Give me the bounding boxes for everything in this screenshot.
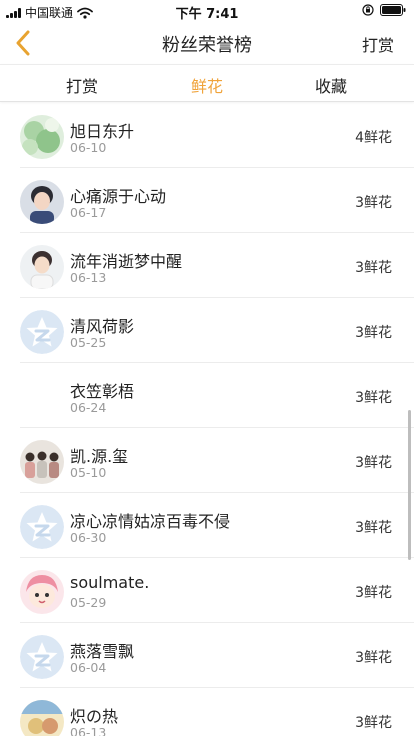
avatar [20,375,64,419]
fan-date: 06-17 [70,205,107,220]
flower-count: 3鲜花 [355,390,392,406]
fan-name: 清风荷影 [70,317,135,336]
flower-count: 3鲜花 [355,195,392,211]
flower-count: 3鲜花 [355,455,392,471]
fan-name: soulmate. [70,573,150,592]
avatar [20,115,64,159]
list-item[interactable]: 清风荷影 05-25 3鲜花 [0,298,414,363]
list-item[interactable]: 凯.源.玺 05-10 3鲜花 [0,428,414,493]
fan-name: 炽の热 [70,707,119,726]
fan-date: 06-10 [70,140,107,155]
fan-name: 心痛源于心动 [70,187,167,206]
fan-date: 06-30 [70,530,107,545]
fan-name: 凉心凉情姑凉百毒不侵 [70,512,231,531]
avatar [20,700,64,736]
list-item[interactable]: 流年消逝梦中醒 06-13 3鲜花 [0,233,414,298]
status-bar: 中国联通 下午 7:41 [0,0,414,22]
fan-date: 05-29 [70,595,107,610]
list-item[interactable]: 凉心凉情姑凉百毒不侵 06-30 3鲜花 [0,493,414,558]
avatar [20,440,64,484]
flower-count: 3鲜花 [355,260,392,276]
fan-date: 06-13 [70,725,107,736]
avatar [20,570,64,614]
fan-date: 05-25 [70,335,107,350]
list-item[interactable]: 炽の热 06-13 3鲜花 [0,688,414,736]
tab-favorites[interactable]: 收藏 [286,73,376,97]
avatar [20,245,64,289]
scrollbar[interactable] [408,410,411,560]
flower-count: 4鲜花 [355,130,392,146]
avatar [20,310,64,354]
navigation-bar: 粉丝荣誉榜 打赏 [0,22,414,64]
category-tabs: 打赏 鲜花 收藏 [0,64,414,102]
flower-count: 3鲜花 [355,585,392,601]
list-item[interactable]: 燕落雪飘 06-04 3鲜花 [0,623,414,688]
status-time: 下午 7:41 [175,7,239,22]
fan-date: 06-13 [70,270,107,285]
avatar [20,635,64,679]
flower-count: 3鲜花 [355,325,392,341]
fan-date: 06-04 [70,660,107,675]
page-title: 粉丝荣誉榜 [162,35,252,56]
fan-name: 旭日东升 [70,122,135,141]
fan-list: 旭日东升 06-10 4鲜花 心痛源于心动 06-17 3鲜花 流年消逝梦中醒 … [0,103,414,736]
list-item[interactable]: 心痛源于心动 06-17 3鲜花 [0,168,414,233]
fan-date: 06-24 [70,400,107,415]
fan-name: 衣笠彰梧 [70,382,135,401]
fan-name: 流年消逝梦中醒 [70,252,183,271]
status-right [362,4,406,16]
list-item[interactable]: soulmate. 05-29 3鲜花 [0,558,414,623]
avatar [20,180,64,224]
fan-name: 凯.源.玺 [70,447,129,466]
flower-count: 3鲜花 [355,715,392,731]
tab-flowers[interactable]: 鲜花 [162,73,252,97]
list-item[interactable]: 旭日东升 06-10 4鲜花 [0,103,414,168]
list-item[interactable]: 衣笠彰梧 06-24 3鲜花 [0,363,414,428]
orientation-lock-icon [362,4,374,16]
flower-count: 3鲜花 [355,650,392,666]
tab-reward[interactable]: 打赏 [37,73,127,97]
fan-date: 05-10 [70,465,107,480]
fan-name: 燕落雪飘 [70,642,135,661]
battery-icon [380,4,406,16]
reward-button[interactable]: 打赏 [362,32,394,56]
flower-count: 3鲜花 [355,520,392,536]
avatar [20,505,64,549]
